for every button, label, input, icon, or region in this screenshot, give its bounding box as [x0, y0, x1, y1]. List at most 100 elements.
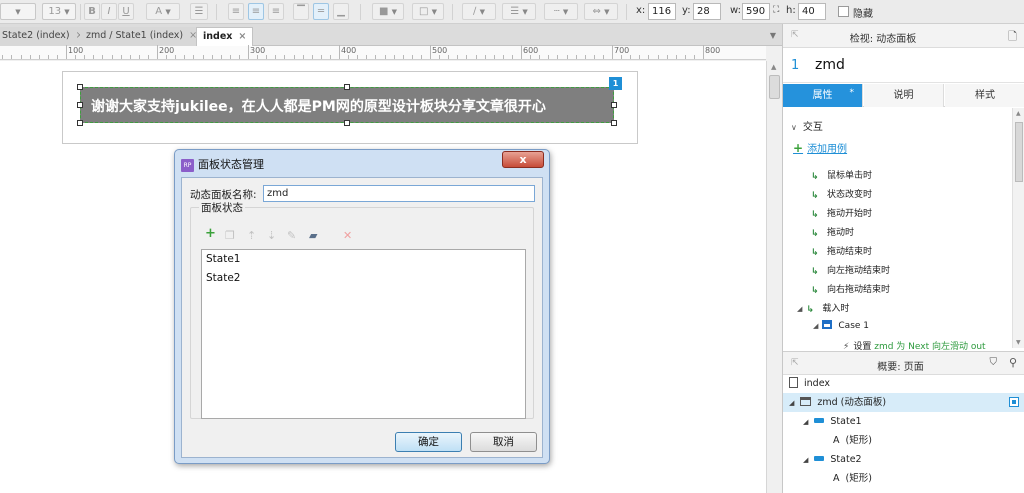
resize-handle[interactable]	[344, 120, 350, 126]
interaction-section[interactable]: ∨ 交互	[791, 118, 823, 133]
line-width-button[interactable]: ☰ ▼	[502, 3, 536, 20]
interaction-badge[interactable]: 1	[609, 77, 622, 90]
expand-triangle-icon[interactable]: ◢	[797, 305, 802, 313]
tab-state2[interactable]: State2 (index)×	[0, 27, 91, 46]
dialog-close-button[interactable]: x	[502, 151, 544, 168]
x-position-input[interactable]: 116	[648, 3, 676, 20]
tab-index[interactable]: index ×	[196, 27, 254, 46]
line-style-button[interactable]: ┄ ▼	[544, 3, 578, 20]
notes-page-icon[interactable]: 🗋	[1008, 28, 1017, 47]
close-icon[interactable]: ×	[238, 31, 246, 42]
event-icon: ↳	[811, 210, 819, 220]
expand-triangle-icon[interactable]: ◢	[803, 456, 808, 464]
resize-handle[interactable]	[77, 102, 83, 108]
tab-style[interactable]: 样式	[945, 84, 1024, 107]
scroll-down-icon[interactable]: ▼	[1016, 339, 1021, 346]
list-item[interactable]: State1	[206, 253, 240, 265]
italic-button[interactable]: I	[101, 3, 117, 20]
outline-state-row[interactable]: ◢ State2	[783, 450, 1024, 469]
event-item[interactable]: ↳ 拖动结束时	[811, 244, 872, 258]
event-item[interactable]: ↳ 状态改变时	[811, 187, 872, 201]
ruler-minor-tick	[448, 55, 450, 59]
align-center-button[interactable]: ≡	[248, 3, 264, 20]
resize-handle[interactable]	[77, 84, 83, 90]
list-item[interactable]: State2	[206, 272, 240, 284]
event-item-onload[interactable]: ◢ ↳ 载入时	[797, 301, 849, 315]
outline-page-row[interactable]: index	[783, 374, 1024, 393]
font-family-select[interactable]: ▼	[0, 3, 36, 20]
cancel-button[interactable]: 取消	[470, 432, 537, 452]
resize-handle[interactable]	[611, 102, 617, 108]
align-right-button[interactable]: ≡	[268, 3, 284, 20]
filter-icon[interactable]: ⛉	[990, 357, 998, 368]
tab-list-dropdown-icon[interactable]: ▼	[770, 31, 776, 40]
scroll-up-icon[interactable]: ▲	[771, 63, 776, 71]
lock-aspect-icon[interactable]: ⛶	[773, 5, 779, 15]
edit-all-states-icon[interactable]: ▰	[309, 230, 317, 241]
inspector-tabs: 属性 * 说明 样式	[783, 84, 1024, 107]
y-position-input[interactable]: 28	[693, 3, 721, 20]
hide-checkbox[interactable]	[838, 6, 849, 17]
tab-zmd-state1[interactable]: zmd / State1 (index) ×	[80, 27, 205, 46]
underline-button[interactable]: U	[118, 3, 134, 20]
inspector-scrollbar[interactable]: ▲ ▼	[1012, 108, 1024, 348]
font-size-select[interactable]: 13 ▼	[42, 3, 76, 20]
event-item[interactable]: ↳ 拖动开始时	[811, 206, 872, 220]
event-icon: ↳	[811, 286, 819, 296]
outline-widget-row[interactable]: A (矩形)	[783, 431, 1024, 450]
widget-name-field[interactable]: zmd	[815, 57, 845, 73]
align-bottom-button[interactable]: ▁	[333, 3, 349, 20]
canvas-scrollbar[interactable]: ▲	[766, 61, 782, 493]
shadow-button[interactable]: □ ▼	[412, 3, 444, 20]
event-item[interactable]: ↳ 向左拖动结束时	[811, 263, 890, 277]
fill-color-button[interactable]: ■ ▼	[372, 3, 404, 20]
event-item[interactable]: ↳ 拖动时	[811, 225, 854, 239]
case-item[interactable]: ◢ Case 1	[813, 320, 869, 331]
scroll-thumb[interactable]	[1015, 122, 1023, 182]
delete-state-icon[interactable]: ✕	[343, 230, 352, 241]
outline-widget-row[interactable]: A (矩形)	[783, 469, 1024, 488]
widget-name-row: 1 zmd	[783, 48, 1024, 83]
expand-triangle-icon[interactable]: ◢	[813, 322, 818, 330]
visibility-toggle-icon[interactable]	[1009, 397, 1019, 407]
font-color-button[interactable]: A ▼	[146, 3, 180, 20]
add-case-link[interactable]: + 添加用例	[793, 140, 847, 155]
resize-handle[interactable]	[344, 84, 350, 90]
event-item[interactable]: ↳ 向右拖动结束时	[811, 282, 890, 296]
arrow-style-button[interactable]: ⇔ ▼	[584, 3, 618, 20]
text-widget-icon: A	[833, 435, 840, 446]
height-input[interactable]: 40	[798, 3, 826, 20]
align-top-button[interactable]: ▔	[293, 3, 309, 20]
width-input[interactable]: 590	[742, 3, 770, 20]
tab-notes[interactable]: 说明	[864, 84, 944, 107]
scroll-thumb[interactable]	[769, 75, 780, 99]
outline-panel-row[interactable]: ◢ zmd (动态面板)	[783, 393, 1024, 412]
move-up-icon[interactable]: ⇡	[247, 230, 256, 241]
inspector-header: ⇱ 检视: 动态面板 🗋	[783, 24, 1024, 48]
tab-label: index	[203, 31, 233, 42]
duplicate-state-icon[interactable]: ❐	[225, 230, 235, 241]
event-item[interactable]: ↳ 鼠标单击时	[811, 168, 872, 182]
move-down-icon[interactable]: ⇣	[267, 230, 276, 241]
search-icon[interactable]: ⚲	[1009, 356, 1017, 369]
scroll-up-icon[interactable]: ▲	[1016, 110, 1021, 117]
align-middle-button[interactable]: ═	[313, 3, 329, 20]
outline-state-row[interactable]: ◢ State1	[783, 412, 1024, 431]
outline-header: ⇱ 概要: 页面 ⛉ ⚲	[783, 351, 1024, 375]
dynamic-panel-zmd[interactable]: 谢谢大家支持jukilee，在人人都是PM网的原型设计板块分享文章很开心	[80, 87, 614, 123]
expand-triangle-icon[interactable]: ◢	[803, 418, 808, 426]
panel-name-input[interactable]: zmd	[263, 185, 535, 202]
tab-properties[interactable]: 属性 *	[783, 84, 863, 107]
resize-handle[interactable]	[77, 120, 83, 126]
ruler-label: 100	[68, 46, 84, 55]
bullet-list-button[interactable]: ☰	[190, 3, 208, 20]
axure-rp-icon: RP	[181, 158, 194, 172]
edit-state-icon[interactable]: ✎	[287, 230, 296, 241]
align-left-button[interactable]: ≡	[228, 3, 244, 20]
line-color-button[interactable]: ∕ ▼	[462, 3, 496, 20]
bold-button[interactable]: B	[84, 3, 100, 20]
expand-triangle-icon[interactable]: ◢	[789, 399, 794, 407]
add-state-icon[interactable]: +	[205, 227, 216, 240]
ok-button[interactable]: 确定	[395, 432, 462, 452]
resize-handle[interactable]	[611, 120, 617, 126]
